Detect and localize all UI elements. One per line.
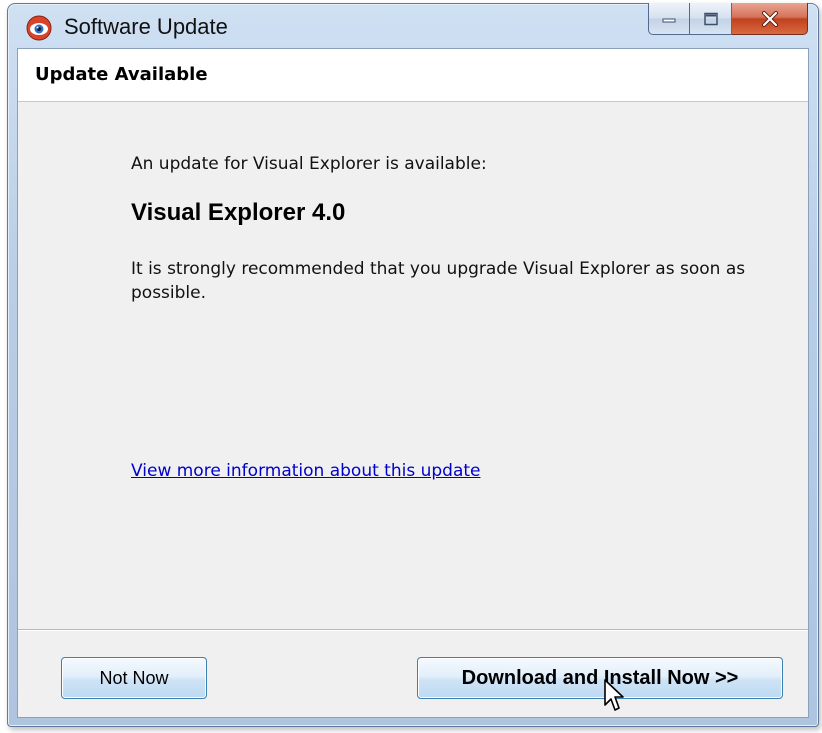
- recommendation-text: It is strongly recommended that you upgr…: [131, 259, 746, 303]
- maximize-button[interactable]: [690, 3, 732, 35]
- not-now-button[interactable]: Not Now: [61, 657, 207, 699]
- minimize-button[interactable]: [648, 3, 690, 35]
- product-name: Visual Explorer 4.0: [131, 199, 346, 226]
- dialog-header: Update Available: [18, 49, 808, 102]
- update-intro-text: An update for Visual Explorer is availab…: [131, 154, 487, 174]
- software-update-window: Software Update Update Available An upda…: [7, 3, 819, 727]
- dialog-client-area: Update Available An update for Visual Ex…: [17, 48, 809, 718]
- minimize-icon: [662, 18, 676, 22]
- app-eye-icon: [26, 15, 52, 41]
- download-install-button[interactable]: Download and Install Now >>: [417, 657, 783, 699]
- close-button[interactable]: [732, 3, 808, 35]
- title-bar[interactable]: Software Update: [8, 3, 818, 48]
- close-icon: [761, 10, 778, 27]
- header-title: Update Available: [35, 64, 208, 85]
- maximize-icon: [703, 12, 718, 25]
- mouse-pointer-icon: [604, 679, 624, 711]
- more-info-link[interactable]: View more information about this update: [131, 461, 480, 481]
- window-title: Software Update: [64, 14, 228, 39]
- caption-buttons: [648, 3, 808, 35]
- footer-divider: [18, 629, 808, 631]
